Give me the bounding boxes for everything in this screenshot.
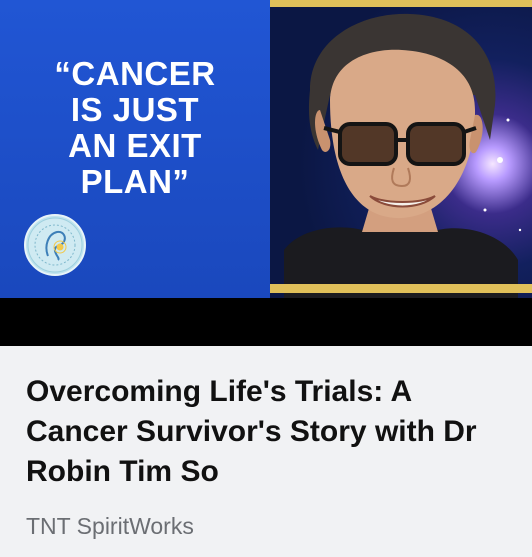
organization-logo bbox=[24, 214, 86, 276]
quote-panel: “CANCER IS JUST AN EXIT PLAN” bbox=[0, 0, 270, 298]
thumbnail-letterbox-bar bbox=[0, 298, 532, 346]
portrait-photo bbox=[270, 0, 532, 298]
organization-logo-art bbox=[27, 217, 83, 273]
gold-frame-bottom bbox=[270, 284, 532, 293]
preview-thumbnail[interactable]: “CANCER IS JUST AN EXIT PLAN” bbox=[0, 0, 532, 298]
link-source: TNT SpiritWorks bbox=[26, 513, 194, 539]
quote-text: “CANCER IS JUST AN EXIT PLAN” bbox=[54, 55, 216, 200]
gold-frame-top bbox=[270, 0, 532, 7]
link-title[interactable]: Overcoming Life's Trials: A Cancer Survi… bbox=[26, 372, 506, 492]
link-preview-card[interactable]: “CANCER IS JUST AN EXIT PLAN” Overcoming… bbox=[0, 0, 532, 557]
portrait-illustration bbox=[284, 13, 522, 298]
